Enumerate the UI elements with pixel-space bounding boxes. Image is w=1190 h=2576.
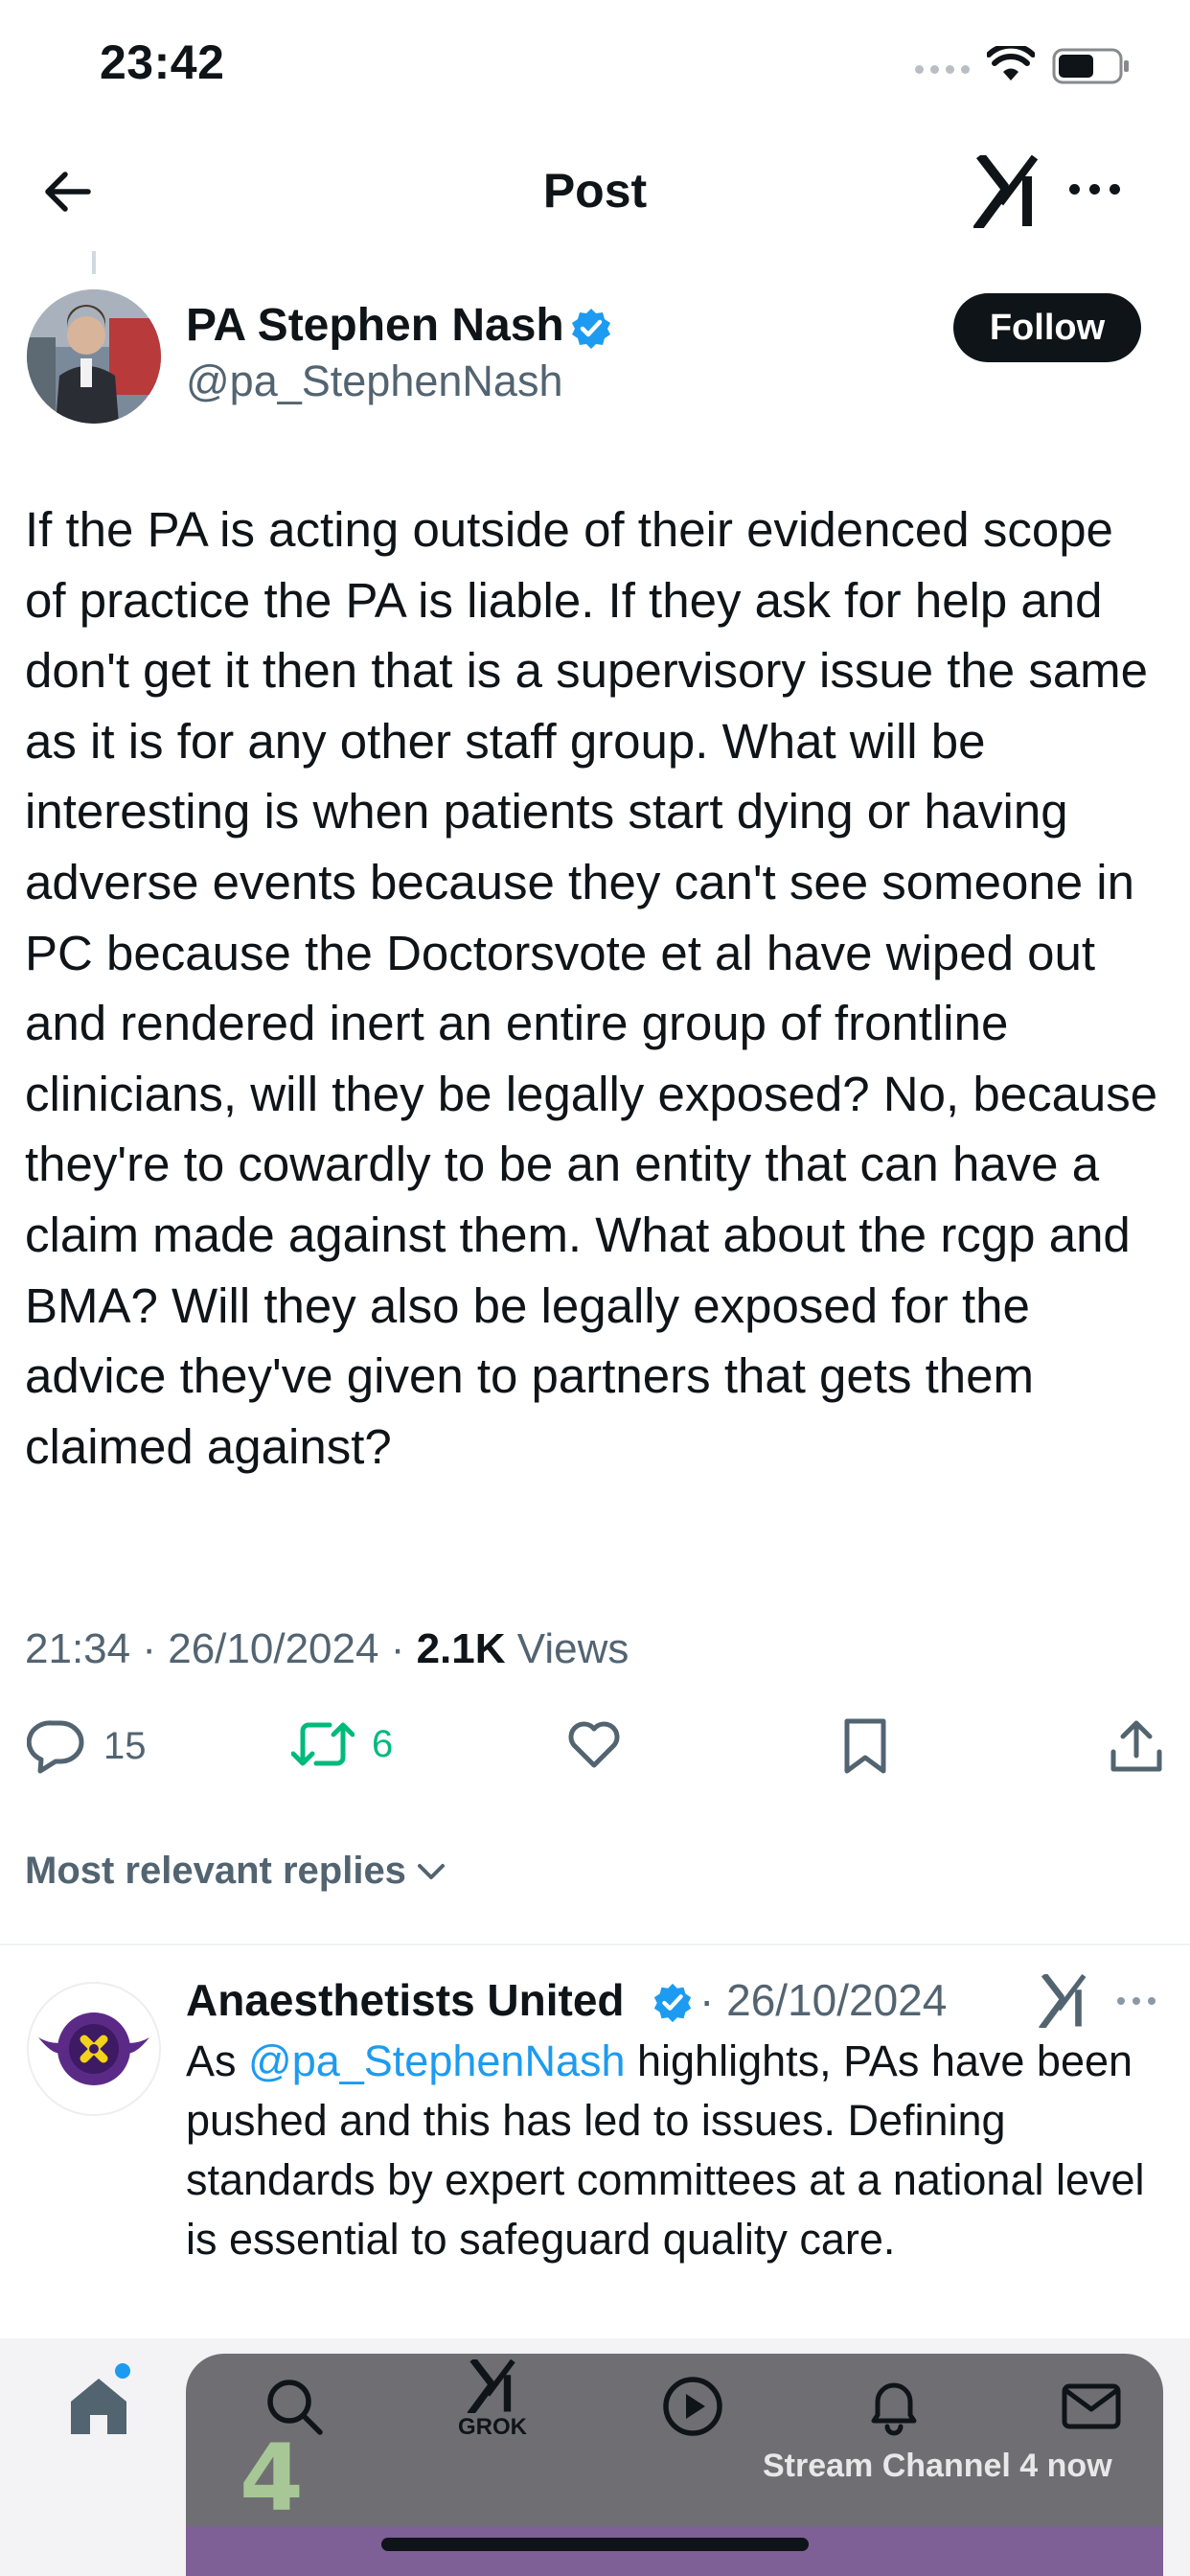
repost-button[interactable]: 6 xyxy=(291,1717,393,1771)
reply-icon xyxy=(27,1720,84,1774)
reply-count: 15 xyxy=(103,1724,147,1767)
grok-icon[interactable] xyxy=(1039,1974,1088,2028)
channel-4-logo: 4 xyxy=(240,2425,304,2532)
wifi-icon xyxy=(987,46,1035,80)
follow-button[interactable]: Follow xyxy=(953,293,1141,362)
views-count: 2.1K xyxy=(416,1625,506,1672)
post-time[interactable]: 21:34 xyxy=(25,1625,130,1672)
home-indicator[interactable] xyxy=(381,2538,809,2551)
post-meta: 21:34 · 26/10/2024 · 2.1K Views xyxy=(25,1625,629,1673)
heart-icon xyxy=(568,1721,620,1768)
reply-text: As @pa_StephenNash highlights, PAs have … xyxy=(186,2032,1154,2269)
verified-badge-icon xyxy=(572,309,610,349)
replies-sort-label: Most relevant replies xyxy=(25,1850,406,1892)
meta-separator: · xyxy=(699,1975,727,2025)
views-label: Views xyxy=(516,1625,629,1672)
grok-icon[interactable] xyxy=(973,155,1041,228)
author-name[interactable]: PA Stephen Nash xyxy=(186,299,564,352)
bookmark-button[interactable] xyxy=(841,1717,889,1775)
reply-author-avatar[interactable] xyxy=(27,1982,161,2116)
meta-separator: · xyxy=(390,1625,417,1672)
reply-date[interactable]: · 26/10/2024 xyxy=(699,1974,947,2026)
divider xyxy=(0,1944,1190,1945)
replies-sort-dropdown[interactable]: Most relevant replies xyxy=(25,1850,446,1893)
post-date[interactable]: 26/10/2024 xyxy=(168,1625,378,1672)
status-time: 23:42 xyxy=(100,35,225,89)
signal-icon xyxy=(915,65,970,74)
bell-icon[interactable] xyxy=(862,2375,926,2438)
repost-count: 6 xyxy=(372,1722,394,1765)
post-text: If the PA is acting outside of their evi… xyxy=(25,502,1158,1474)
like-button[interactable] xyxy=(565,1717,623,1771)
ad-text[interactable]: Stream Channel 4 now xyxy=(763,2448,1112,2485)
status-bar: 23:42 xyxy=(0,0,1190,134)
reply-more-icon[interactable] xyxy=(1117,1997,1156,2005)
share-icon xyxy=(1110,1720,1162,1772)
chevron-down-icon xyxy=(417,1863,445,1879)
reply-text-start: As xyxy=(186,2036,249,2085)
verified-badge-icon xyxy=(653,1983,692,2023)
reply-button[interactable]: 15 xyxy=(27,1717,147,1775)
video-icon[interactable] xyxy=(661,2375,724,2438)
repost-icon xyxy=(291,1722,355,1766)
grok-label: GROK xyxy=(458,2414,527,2440)
reply-date-value: 26/10/2024 xyxy=(726,1975,948,2025)
share-button[interactable] xyxy=(1110,1717,1163,1775)
meta-separator: · xyxy=(142,1625,169,1672)
bookmark-icon xyxy=(844,1718,886,1774)
reply-author-name[interactable]: Anaesthetists United xyxy=(186,1974,625,2026)
home-icon[interactable] xyxy=(67,2375,130,2438)
grok-icon xyxy=(467,2357,515,2417)
battery-icon xyxy=(1052,48,1129,84)
post-header: Post xyxy=(0,134,1190,249)
tab-grok[interactable]: GROK xyxy=(458,2357,527,2441)
more-options-icon[interactable] xyxy=(1069,184,1120,195)
search-icon[interactable] xyxy=(263,2375,326,2438)
envelope-icon[interactable] xyxy=(1060,2375,1123,2438)
author-handle[interactable]: @pa_StephenNash xyxy=(186,356,562,406)
thread-line xyxy=(92,251,96,274)
mention-link[interactable]: @pa_StephenNash xyxy=(248,2036,625,2085)
author-avatar[interactable] xyxy=(27,289,161,424)
